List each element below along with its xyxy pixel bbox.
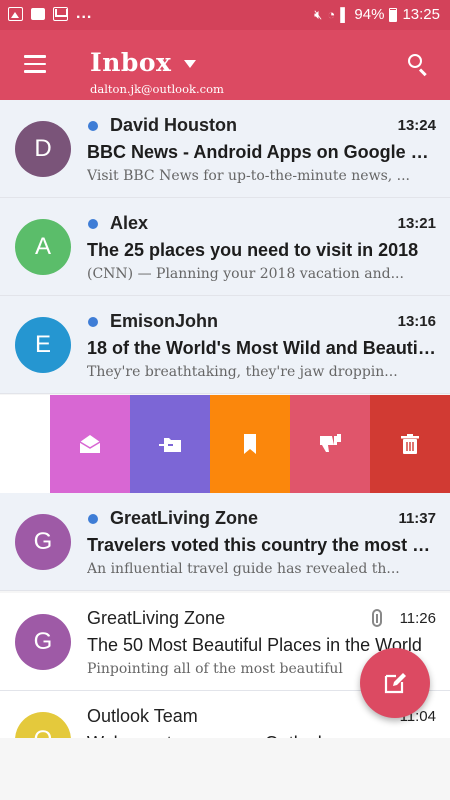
download-icon — [31, 8, 45, 20]
move-button[interactable] — [130, 395, 210, 493]
email-preview: An influential travel guide has revealed… — [87, 561, 400, 577]
unread-dot — [88, 121, 98, 131]
mark-read-button[interactable] — [50, 395, 130, 493]
signal-icon: ▌ — [340, 7, 350, 22]
email-row[interactable]: E EmisonJohn 13:16 18 of the World's Most W… — [0, 296, 450, 394]
email-sender: GreatLiving Zone — [110, 508, 259, 528]
search-icon[interactable] — [408, 54, 430, 77]
app-bar: Inbox dalton.jk@outlook.com — [0, 30, 450, 100]
avatar[interactable]: O — [15, 712, 71, 738]
email-time: 13:21 — [397, 215, 436, 232]
email-time: 11:26 — [399, 610, 436, 627]
email-time: 13:16 — [397, 313, 436, 330]
email-sender: David Houston — [110, 115, 238, 135]
compose-button[interactable] — [360, 648, 430, 718]
email-row[interactable]: D David Houston 13:24 BBC News - Android Ap… — [0, 100, 450, 198]
status-right: 🔇︎ ◔ ▌ 94% 13:25 — [314, 6, 440, 23]
delete-button[interactable] — [370, 395, 450, 493]
email-subject: BBC News - Android Apps on Google Play — [87, 142, 439, 162]
status-bar: ... 🔇︎ ◔ ▌ 94% 13:25 — [0, 0, 450, 30]
email-row[interactable]: G GreatLiving Zone 11:37 Travelers voted th… — [0, 493, 450, 591]
email-sender: EmisonJohn — [110, 311, 219, 331]
email-preview: They're breathtaking, they're jaw droppi… — [87, 364, 398, 380]
trash-icon — [401, 434, 419, 454]
battery-level: 94% — [354, 6, 385, 23]
spam-button[interactable] — [290, 395, 370, 493]
avatar[interactable]: D — [15, 121, 71, 177]
avatar[interactable]: G — [15, 514, 71, 570]
wifi-icon: ◔ — [327, 7, 336, 22]
bookmark-button[interactable] — [210, 395, 290, 493]
mute-icon: 🔇︎ — [314, 6, 323, 22]
email-sender: Alex — [110, 213, 149, 233]
bookmark-icon — [244, 434, 256, 454]
avatar[interactable]: A — [15, 219, 71, 275]
image-icon — [8, 7, 23, 21]
compose-icon — [384, 673, 406, 694]
unread-dot — [88, 514, 98, 524]
move-folder-icon — [159, 438, 181, 452]
thumbs-down-icon — [320, 434, 341, 452]
email-time: 13:24 — [397, 117, 436, 134]
status-left: ... — [8, 5, 93, 22]
avatar[interactable]: E — [15, 317, 71, 373]
email-row[interactable]: A Alex 13:21 The 25 places you need to visi… — [0, 198, 450, 296]
page-title[interactable]: Inbox — [90, 48, 171, 77]
bottom-area — [0, 738, 450, 800]
open-envelope-icon — [79, 435, 101, 453]
avatar[interactable]: G — [15, 614, 71, 670]
swipe-actions — [0, 395, 450, 493]
chevron-down-icon[interactable] — [184, 60, 196, 68]
clock: 13:25 — [402, 6, 440, 23]
battery-icon — [389, 7, 398, 22]
notification-overflow: ... — [76, 5, 93, 22]
email-subject: Travelers voted this country the most be… — [87, 535, 439, 555]
email-subject: The 25 places you need to visit in 2018 — [87, 240, 419, 260]
email-preview: (CNN) — Planning your 2018 vacation and.… — [87, 266, 404, 282]
attachment-icon — [372, 609, 382, 627]
email-sender: GreatLiving Zone — [87, 608, 226, 628]
gmail-icon — [53, 7, 68, 21]
unread-dot — [88, 219, 98, 229]
unread-dot — [88, 317, 98, 327]
email-time: 11:37 — [398, 510, 436, 527]
email-preview: Visit BBC News for up-to-the-minute news… — [87, 168, 411, 184]
account-email: dalton.jk@outlook.com — [90, 82, 224, 96]
email-subject: 18 of the World's Most Wild and Beautifu… — [87, 338, 439, 358]
email-sender: Outlook Team — [87, 706, 198, 726]
menu-icon[interactable] — [24, 55, 46, 73]
